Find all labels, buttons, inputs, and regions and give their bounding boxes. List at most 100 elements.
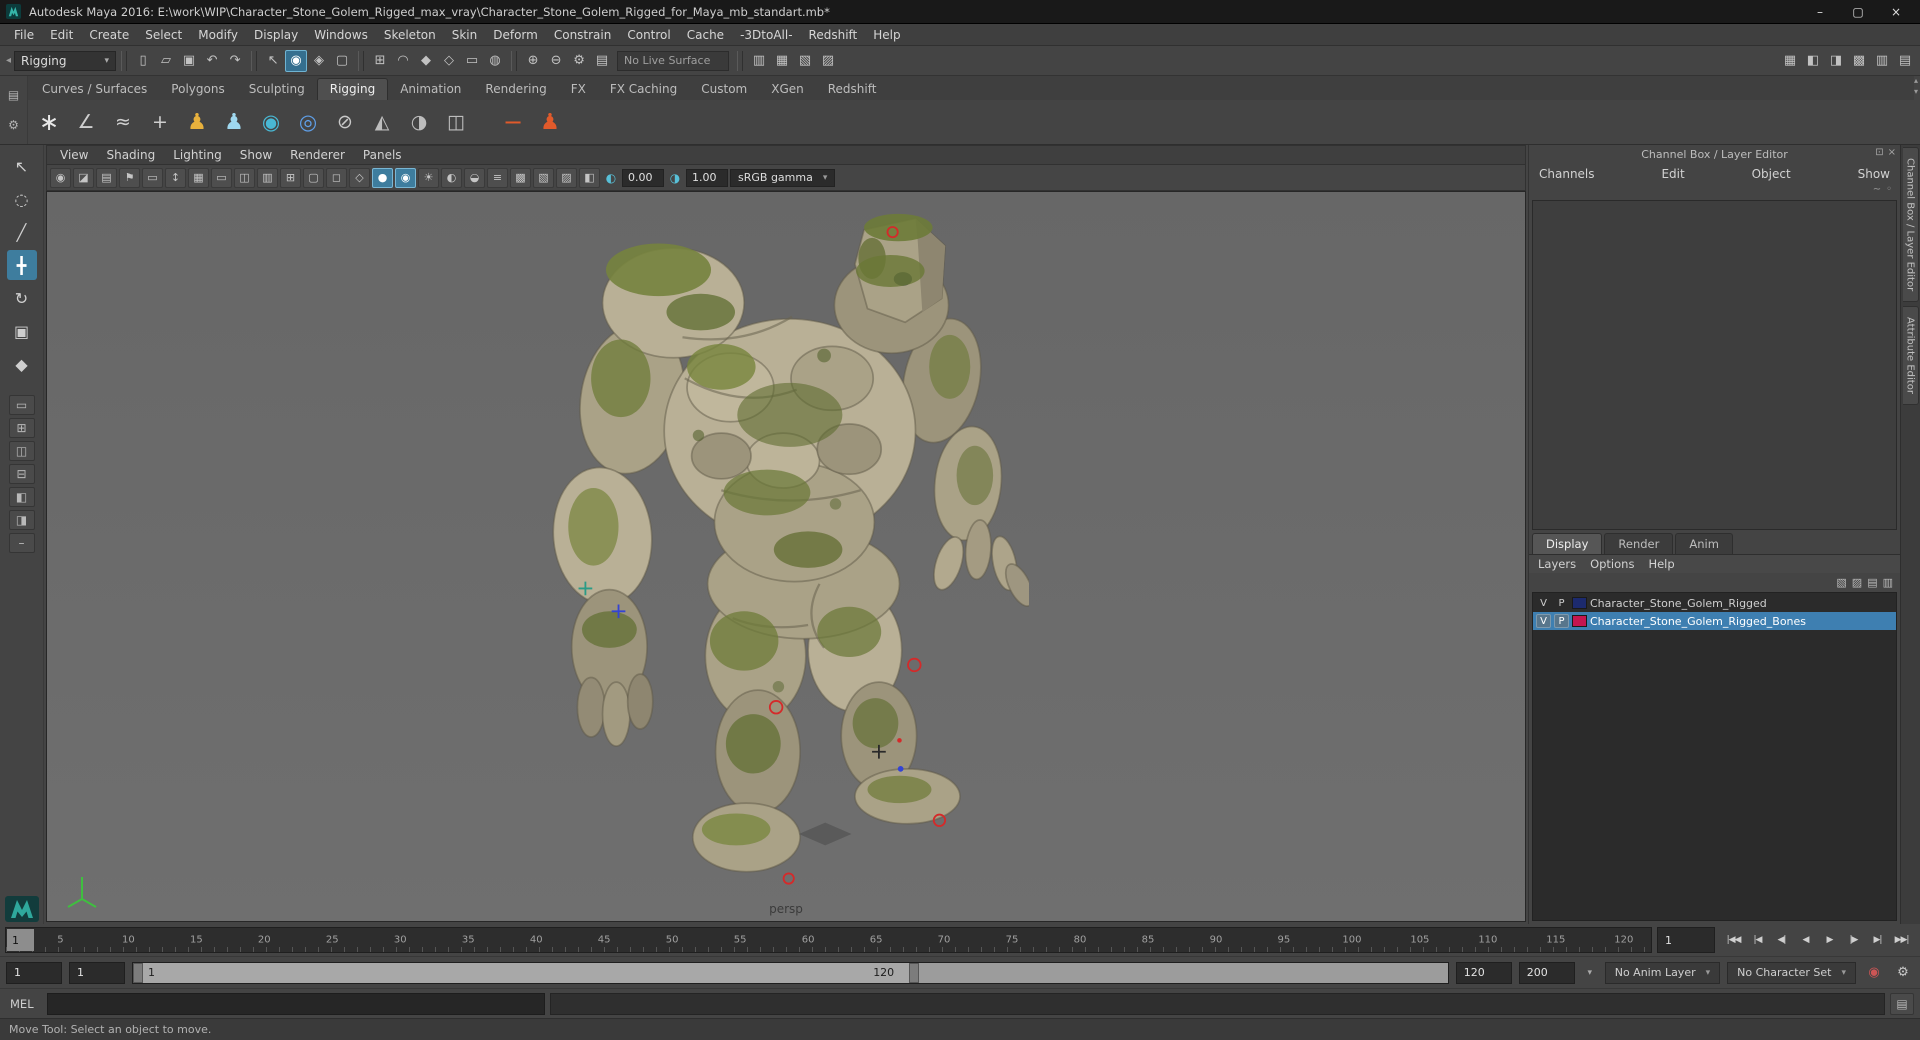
shelf-tab[interactable]: XGen [759,79,816,100]
outputs-operations-icon[interactable]: ⊖ [545,50,567,72]
insert-joint-tool-icon[interactable]: + [143,105,177,139]
layer-list[interactable]: V P Character_Stone_Golem_Rigged V P Cha… [1532,592,1897,921]
scale-tool-icon[interactable]: ▣ [7,316,37,346]
toolbar-grip[interactable] [737,50,744,71]
paint-select-tool-icon[interactable]: ╱ [7,217,37,247]
wireframe-mode-icon[interactable]: ◇ [349,167,370,188]
move-layer-up-icon[interactable]: ▧ [1836,576,1846,589]
menu-item[interactable]: Display [246,25,306,45]
select-hierarchy-mode-icon[interactable]: ↖ [262,50,284,72]
layer-editor-tab[interactable]: Anim [1675,533,1733,554]
shelf-tab[interactable]: Sculpting [237,79,317,100]
play-backwards-button[interactable]: ◀ [1794,928,1817,952]
channel-list-area[interactable] [1532,200,1897,530]
parent-constraint-icon[interactable]: − [496,105,530,139]
menu-item[interactable]: Edit [42,25,81,45]
paint-skin-weights-icon[interactable]: ◭ [365,105,399,139]
toolbar-grip[interactable] [251,50,258,71]
humanik-window-icon[interactable]: ♟ [533,105,567,139]
gamma-field[interactable]: 1.00 [686,168,728,187]
menu-item[interactable]: -3DtoAll- [732,25,800,45]
range-slider-inner[interactable] [133,962,920,983]
shelf-scroll-down-icon[interactable]: ▾ [1914,87,1918,96]
command-language-toggle[interactable]: MEL [6,997,42,1011]
range-end-handle[interactable] [909,962,920,983]
shelf-tab[interactable]: Animation [388,79,473,100]
go-to-end-button[interactable]: ▶▶| [1890,928,1913,952]
snap-to-view-planes-icon[interactable]: ▭ [461,50,483,72]
shelf-tab[interactable]: Custom [689,79,759,100]
resolution-gate-icon[interactable]: ◫ [234,167,255,188]
safe-action-icon[interactable]: ▢ [303,167,324,188]
keyable-attributes-icon[interactable]: ▤ [591,50,613,72]
attribute-editor-toggle-icon[interactable]: ▥ [1871,50,1893,72]
current-frame-marker[interactable]: 1 [7,929,34,951]
rotate-tool-icon[interactable]: ↻ [7,283,37,313]
menu-item[interactable]: File [6,25,42,45]
menu-item[interactable]: Modify [190,25,246,45]
2d-pan-zoom-icon[interactable]: ↕ [165,167,186,188]
animation-start-field[interactable]: 1 [6,961,62,984]
panel-menu-item[interactable]: Renderer [281,146,354,164]
shelf-tab[interactable]: Curves / Surfaces [30,79,159,100]
playback-end-field[interactable]: 120 [1455,961,1512,984]
motion-blur-icon[interactable]: ≡ [487,167,508,188]
layer-editor-tab[interactable]: Render [1604,533,1674,554]
two-pane-side-layout-icon[interactable]: ◫ [8,441,35,461]
last-tool-icon[interactable]: ◆ [7,349,37,379]
redo-icon[interactable]: ↷ [224,50,246,72]
xray-icon[interactable]: ▧ [533,167,554,188]
create-character-icon[interactable]: ♟ [180,105,214,139]
auto-keyframe-toggle-icon[interactable]: ◉ [1863,962,1885,984]
menu-item[interactable]: Control [619,25,678,45]
multisample-aa-icon[interactable]: ▩ [510,167,531,188]
layer-playback-toggle[interactable]: P [1554,614,1569,628]
select-tool-icon[interactable]: ↖ [7,151,37,181]
gate-mask-icon[interactable]: ▥ [257,167,278,188]
layer-row[interactable]: V P Character_Stone_Golem_Rigged_Bones [1533,612,1896,630]
new-scene-icon[interactable]: ▯ [132,50,154,72]
joint-tool-icon[interactable]: ∗ [32,105,66,139]
ipr-render-icon[interactable]: ▧ [794,50,816,72]
step-forward-key-button[interactable]: ▶| [1866,928,1889,952]
gamma-icon[interactable]: ◑ [666,169,684,187]
anim-layer-select[interactable]: No Anim Layer ▾ [1604,961,1721,984]
film-gate-icon[interactable]: ▭ [211,167,232,188]
time-slider[interactable]: 5 10 15 20 25 30 35 40 45 50 55 60 65 70 75 80 85 90 95 100… [5,927,1652,953]
tab-channel-box-layer-editor[interactable]: Channel Box / Layer Editor [1902,147,1919,303]
layer-row[interactable]: V P Character_Stone_Golem_Rigged [1533,594,1896,612]
select-component-mode-icon[interactable]: ◈ [308,50,330,72]
menu-item[interactable]: Help [865,25,908,45]
playback-options-caret[interactable]: ▾ [1582,962,1598,984]
shaded-mode-icon[interactable]: ● [372,167,393,188]
snap-to-points-icon[interactable]: ◆ [415,50,437,72]
toolbar-grip[interactable] [121,50,128,71]
open-scene-icon[interactable]: ▱ [155,50,177,72]
persp-outliner-layout-icon[interactable]: ◧ [8,487,35,507]
collapse-layouts-icon[interactable]: – [8,533,35,553]
perspective-viewport[interactable]: persp [46,191,1526,922]
command-input[interactable] [47,992,545,1015]
minimize-button[interactable]: – [1802,2,1838,22]
layer-visibility-toggle[interactable]: V [1536,614,1551,628]
tab-attribute-editor[interactable]: Attribute Editor [1902,306,1919,406]
highlight-selection-mode-icon[interactable]: ▢ [331,50,353,72]
ik-handle-tool-icon[interactable]: ∠ [69,105,103,139]
grid-toggle-icon[interactable]: ▦ [1779,50,1801,72]
dock-channel-box-icon[interactable]: ⊡ [1875,147,1883,158]
stone-golem-model[interactable] [550,207,1030,892]
field-chart-icon[interactable]: ⊞ [280,167,301,188]
panel-menu-item[interactable]: Show [231,146,281,164]
shelf-tab[interactable]: Polygons [159,79,236,100]
menu-set-selector[interactable]: Rigging ▾ [14,50,117,71]
copy-skin-weights-icon[interactable]: ◫ [439,105,473,139]
lock-camera-icon[interactable]: ◪ [73,167,94,188]
panel-menu-item[interactable]: View [51,146,97,164]
make-live-icon[interactable]: ◍ [484,50,506,72]
snap-to-projected-center-icon[interactable]: ◇ [438,50,460,72]
single-pane-layout-icon[interactable]: ▭ [8,395,35,415]
channel-box-menu-item[interactable]: Channels [1539,167,1595,181]
new-empty-layer-icon[interactable]: ▤ [1867,576,1877,589]
animation-preferences-icon[interactable]: ⚙ [1892,962,1914,984]
hypershade-persp-layout-icon[interactable]: ◨ [8,510,35,530]
